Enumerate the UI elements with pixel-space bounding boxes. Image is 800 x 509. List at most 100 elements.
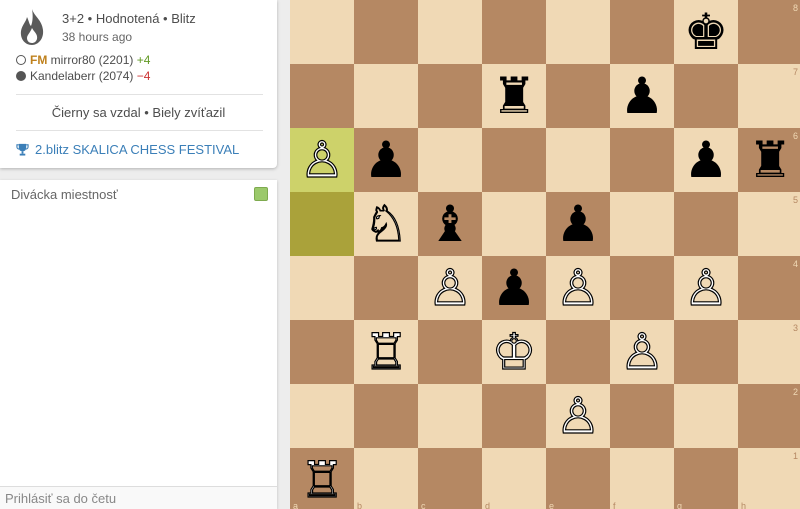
black-pawn-piece[interactable]: ♟ — [482, 256, 546, 320]
square-d2[interactable] — [482, 384, 546, 448]
square-c4[interactable]: ♙ — [418, 256, 482, 320]
square-e8[interactable] — [546, 0, 610, 64]
tournament-link[interactable]: 2.blitz SKALICA CHESS FESTIVAL — [16, 142, 239, 157]
square-c7[interactable] — [418, 64, 482, 128]
white-pawn-piece[interactable]: ♙ — [610, 320, 674, 384]
square-a5[interactable] — [290, 192, 354, 256]
square-b2[interactable] — [354, 384, 418, 448]
square-c5[interactable]: ♝ — [418, 192, 482, 256]
square-h2[interactable]: 2 — [738, 384, 800, 448]
black-rating-diff: −4 — [136, 69, 151, 83]
square-f8[interactable] — [610, 0, 674, 64]
white-pawn-piece[interactable]: ♙ — [546, 256, 610, 320]
square-f4[interactable] — [610, 256, 674, 320]
square-f1[interactable]: f — [610, 448, 674, 509]
white-pawn-piece[interactable]: ♙ — [290, 128, 354, 192]
square-g6[interactable]: ♟ — [674, 128, 738, 192]
black-pawn-piece[interactable]: ♟ — [610, 64, 674, 128]
square-e1[interactable]: e — [546, 448, 610, 509]
square-d3[interactable]: ♔ — [482, 320, 546, 384]
square-h6[interactable]: 6 ♜ — [738, 128, 800, 192]
game-type: 3+2 • Hodnotená • Blitz — [62, 11, 196, 26]
square-g2[interactable] — [674, 384, 738, 448]
square-f6[interactable] — [610, 128, 674, 192]
square-c8[interactable] — [418, 0, 482, 64]
rank-label: 5 — [792, 195, 798, 205]
black-player[interactable]: Kandelaberr (2074) −4 — [16, 69, 150, 83]
black-pawn-piece[interactable]: ♟ — [674, 128, 738, 192]
square-g8[interactable]: ♚ — [674, 0, 738, 64]
square-a6[interactable]: ♙ — [290, 128, 354, 192]
square-e3[interactable] — [546, 320, 610, 384]
white-player-name[interactable]: mirror80 (2201) — [51, 53, 134, 67]
black-pawn-piece[interactable]: ♟ — [546, 192, 610, 256]
white-player[interactable]: FM mirror80 (2201) +4 — [16, 53, 150, 67]
white-knight-piece[interactable]: ♘ — [354, 192, 418, 256]
square-h8[interactable]: 8 — [738, 0, 800, 64]
white-king-piece[interactable]: ♔ — [482, 320, 546, 384]
square-d4[interactable]: ♟ — [482, 256, 546, 320]
square-h1[interactable]: 1h — [738, 448, 800, 509]
chat-toggle[interactable] — [254, 187, 268, 201]
square-g4[interactable]: ♙ — [674, 256, 738, 320]
square-f3[interactable]: ♙ — [610, 320, 674, 384]
square-f5[interactable] — [610, 192, 674, 256]
square-g7[interactable] — [674, 64, 738, 128]
square-a2[interactable] — [290, 384, 354, 448]
square-b8[interactable] — [354, 0, 418, 64]
square-g1[interactable]: g — [674, 448, 738, 509]
white-pawn-piece[interactable]: ♙ — [418, 256, 482, 320]
black-bishop-piece[interactable]: ♝ — [418, 192, 482, 256]
square-h3[interactable]: 3 — [738, 320, 800, 384]
sidebar: 3+2 • Hodnotená • Blitz 38 hours ago FM … — [0, 0, 277, 509]
square-a4[interactable] — [290, 256, 354, 320]
chat-input[interactable] — [0, 486, 277, 509]
white-pawn-piece[interactable]: ♙ — [546, 384, 610, 448]
square-e4[interactable]: ♙ — [546, 256, 610, 320]
square-f2[interactable] — [610, 384, 674, 448]
square-a7[interactable] — [290, 64, 354, 128]
black-pawn-piece[interactable]: ♟ — [354, 128, 418, 192]
square-b5[interactable]: ♘ — [354, 192, 418, 256]
square-g3[interactable] — [674, 320, 738, 384]
square-d8[interactable] — [482, 0, 546, 64]
square-c1[interactable]: c — [418, 448, 482, 509]
square-b7[interactable] — [354, 64, 418, 128]
square-g5[interactable] — [674, 192, 738, 256]
white-pawn-piece[interactable]: ♙ — [674, 256, 738, 320]
square-e2[interactable]: ♙ — [546, 384, 610, 448]
square-d1[interactable]: d — [482, 448, 546, 509]
black-player-name[interactable]: Kandelaberr (2074) — [30, 69, 133, 83]
trophy-icon — [16, 143, 29, 156]
chessboard[interactable]: ♚ 8 ♜ ♟ 7 ♙ ♟ ♟ 6 ♜ ♘ ♝ ♟ 5 ♙ ♟ ♙ ♙ 4 ♖ ♔ ♙ 3 ♙ 2 a ♖ b c d e f g 1 h — [290, 0, 800, 509]
square-c3[interactable] — [418, 320, 482, 384]
tournament-name[interactable]: 2.blitz SKALICA CHESS FESTIVAL — [35, 142, 239, 157]
square-e6[interactable] — [546, 128, 610, 192]
square-a8[interactable] — [290, 0, 354, 64]
square-c6[interactable] — [418, 128, 482, 192]
square-h7[interactable]: 7 — [738, 64, 800, 128]
square-f7[interactable]: ♟ — [610, 64, 674, 128]
black-rook-piece[interactable]: ♜ — [482, 64, 546, 128]
square-e7[interactable] — [546, 64, 610, 128]
white-rook-piece[interactable]: ♖ — [354, 320, 418, 384]
square-a3[interactable] — [290, 320, 354, 384]
square-d7[interactable]: ♜ — [482, 64, 546, 128]
square-d5[interactable] — [482, 192, 546, 256]
black-rook-piece[interactable]: ♜ — [738, 128, 800, 192]
square-b3[interactable]: ♖ — [354, 320, 418, 384]
blitz-flame-icon — [20, 9, 44, 45]
square-b4[interactable] — [354, 256, 418, 320]
square-e5[interactable]: ♟ — [546, 192, 610, 256]
square-h5[interactable]: 5 — [738, 192, 800, 256]
white-rook-piece[interactable]: ♖ — [290, 448, 354, 509]
black-king-piece[interactable]: ♚ — [674, 0, 738, 64]
square-c2[interactable] — [418, 384, 482, 448]
file-label: c — [421, 501, 426, 509]
square-d6[interactable] — [482, 128, 546, 192]
square-a1[interactable]: a ♖ — [290, 448, 354, 509]
square-b1[interactable]: b — [354, 448, 418, 509]
square-b6[interactable]: ♟ — [354, 128, 418, 192]
rank-label: 8 — [792, 3, 798, 13]
square-h4[interactable]: 4 — [738, 256, 800, 320]
